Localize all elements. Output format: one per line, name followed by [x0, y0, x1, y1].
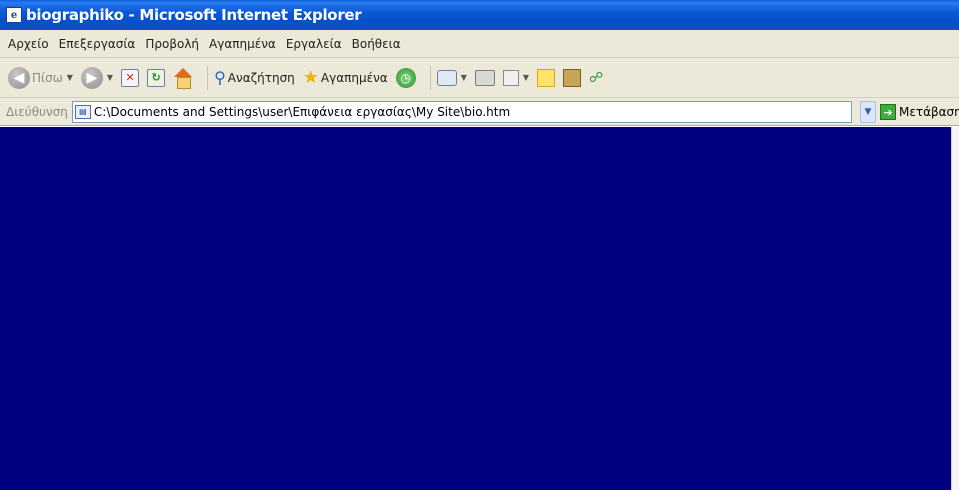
search-icon: ⚲ — [214, 68, 226, 87]
favorites-star-icon: ★ — [302, 67, 319, 88]
back-dropdown-icon[interactable]: ▼ — [67, 73, 73, 82]
menu-view[interactable]: Προβολή — [145, 37, 199, 51]
menu-file[interactable]: Αρχείο — [8, 37, 49, 51]
search-label: Αναζήτηση — [227, 70, 295, 85]
toolbar-separator — [207, 65, 209, 90]
toolbar-separator — [429, 65, 431, 90]
title-bar[interactable]: e biographiko - Microsoft Internet Explo… — [0, 0, 959, 30]
menu-edit[interactable]: Επεξεργασία — [59, 37, 136, 51]
print-icon — [474, 69, 495, 86]
search-button[interactable]: ⚲ Αναζήτηση — [214, 68, 295, 87]
edit-dropdown-icon[interactable]: ▼ — [523, 73, 529, 82]
edit-icon — [502, 69, 519, 86]
go-label: Μετάβαση — [899, 105, 959, 119]
note-icon — [537, 68, 556, 87]
mail-icon — [436, 69, 457, 86]
mail-button[interactable]: ▼ — [436, 69, 467, 86]
address-value[interactable]: C:\Documents and Settings\user\Επιφάνεια… — [94, 105, 510, 119]
standard-toolbar: ◀ Πίσω ▼ ▶ ▼ ✕ ↻ ⚲ Αναζήτηση ★ Αγαπημένα… — [0, 58, 959, 98]
favorites-label: Αγαπημένα — [320, 70, 388, 85]
research-icon — [563, 68, 582, 87]
mail-dropdown-icon[interactable]: ▼ — [461, 73, 467, 82]
forward-button[interactable]: ▶ ▼ — [80, 66, 113, 89]
refresh-icon: ↻ — [147, 68, 166, 87]
favorites-button[interactable]: ★ Αγαπημένα — [303, 67, 388, 88]
menu-help[interactable]: Βοήθεια — [352, 37, 401, 51]
page-icon: ▤ — [74, 104, 91, 119]
go-button[interactable]: ➔ Μετάβαση — [880, 101, 959, 123]
discuss-button[interactable] — [537, 68, 556, 87]
refresh-button[interactable]: ↻ — [147, 68, 166, 87]
stop-icon: ✕ — [121, 68, 140, 87]
messenger-icon: ☍ — [589, 69, 604, 86]
stop-button[interactable]: ✕ — [121, 68, 140, 87]
back-icon: ◀ — [8, 66, 30, 89]
address-bar: Διεύθυνση ▤ C:\Documents and Settings\us… — [0, 98, 959, 126]
ie-window: e biographiko - Microsoft Internet Explo… — [0, 0, 959, 490]
vertical-scrollbar[interactable] — [951, 127, 959, 490]
window-title: biographiko - Microsoft Internet Explore… — [26, 6, 362, 24]
home-button[interactable] — [173, 67, 193, 89]
address-label: Διεύθυνση — [6, 104, 68, 119]
menu-bar: Αρχείο Επεξεργασία Προβολή Αγαπημένα Εργ… — [0, 30, 959, 58]
forward-dropdown-icon[interactable]: ▼ — [107, 73, 113, 82]
forward-icon: ▶ — [80, 66, 103, 89]
go-arrow-icon: ➔ — [880, 104, 896, 120]
history-icon: ◷ — [395, 67, 416, 88]
address-input[interactable]: ▤ C:\Documents and Settings\user\Επιφάνε… — [71, 100, 852, 123]
messenger-button[interactable]: ☍ — [589, 70, 603, 86]
back-label: Πίσω — [32, 70, 63, 85]
menu-tools[interactable]: Εργαλεία — [286, 37, 342, 51]
research-button[interactable] — [563, 68, 582, 87]
home-icon — [173, 67, 193, 89]
page-content[interactable] — [0, 127, 959, 490]
address-dropdown-button[interactable]: ▼ — [860, 101, 876, 123]
back-button[interactable]: ◀ Πίσω ▼ — [8, 66, 73, 89]
history-button[interactable]: ◷ — [395, 67, 416, 88]
print-button[interactable] — [474, 69, 495, 86]
edit-button[interactable]: ▼ — [502, 69, 529, 86]
menu-favorites[interactable]: Αγαπημένα — [209, 37, 276, 51]
ie-page-icon: e — [6, 7, 22, 23]
